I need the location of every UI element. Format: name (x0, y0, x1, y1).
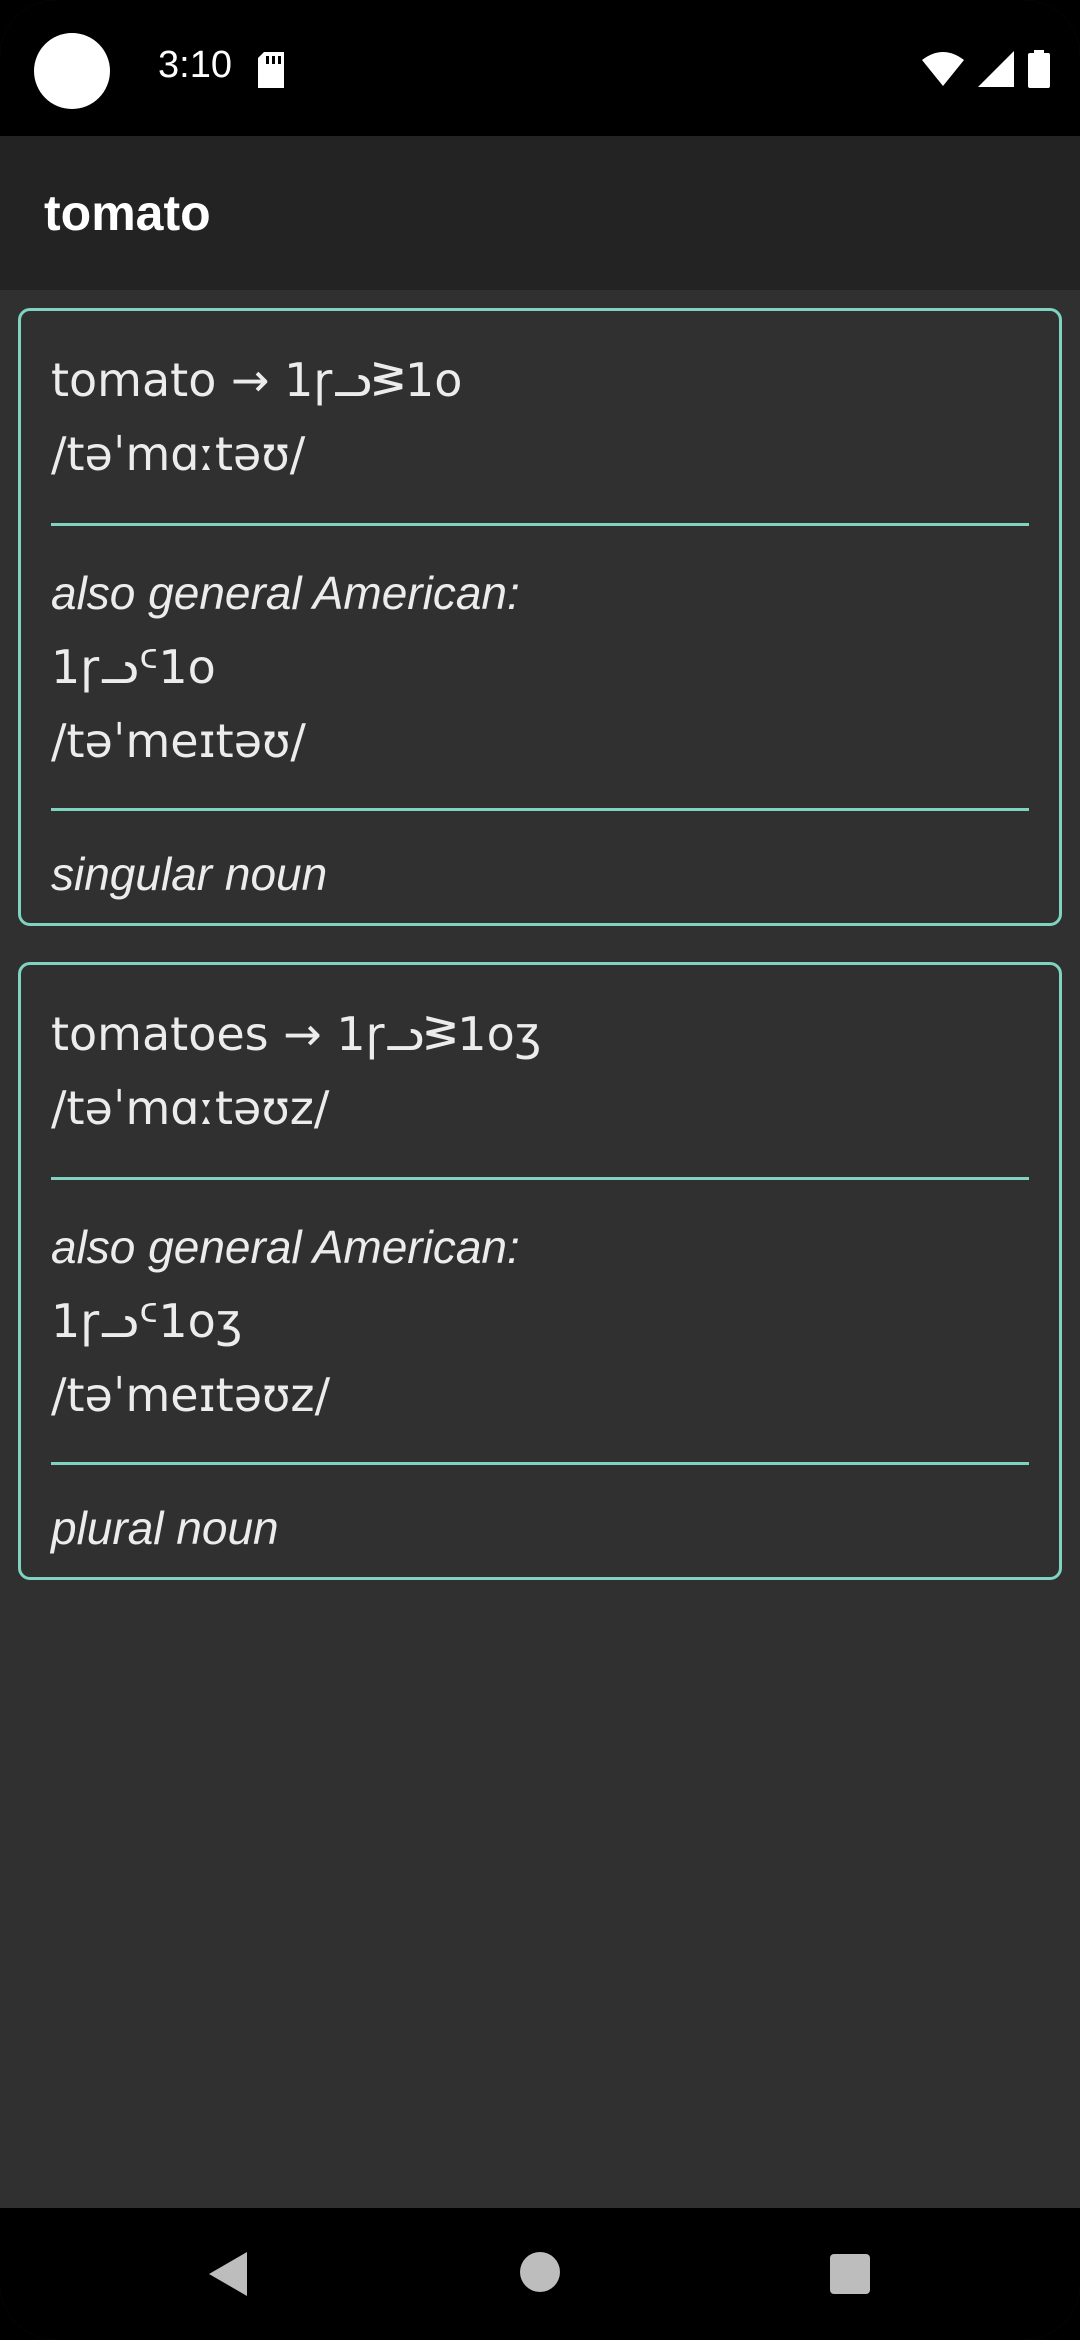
part-of-speech: singular noun (51, 848, 328, 900)
variant-ipa: /təˈmeɪtəʊ/ (51, 714, 306, 768)
entry-headword: tomato → 1ɼᓗᕒ1o (51, 353, 463, 407)
camera-cutout-icon (34, 33, 110, 109)
battery-icon (1028, 50, 1050, 88)
entry-card[interactable]: tomato → 1ɼᓗᕒ1o /təˈmɑːtəʊ/ also general… (18, 308, 1062, 926)
entry-main: tomato → 1ɼᓗᕒ1o /təˈmɑːtəʊ/ (51, 311, 1029, 523)
sd-card-icon (258, 52, 284, 88)
entry-ipa: /təˈmɑːtəʊ/ (51, 427, 306, 481)
entry-headword: tomatoes → 1ɼᓗᕒ1oʒ (51, 1007, 542, 1061)
entry-main: tomatoes → 1ɼᓗᕒ1oʒ /təˈmɑːtəʊz/ (51, 965, 1029, 1177)
entry-card[interactable]: tomatoes → 1ɼᓗᕒ1oʒ /təˈmɑːtəʊz/ also gen… (18, 962, 1062, 1580)
status-bar: 3:10 (0, 0, 1080, 136)
signal-icon (978, 51, 1014, 87)
part-of-speech: plural noun (51, 1502, 279, 1554)
entry-variant: also general American: 1ɼᓗᑦ1oʒ /təˈmeɪtə… (51, 1180, 1029, 1462)
status-time: 3:10 (158, 44, 232, 86)
navigation-bar (0, 2208, 1080, 2340)
wifi-icon (922, 52, 964, 86)
variant-spelling: 1ɼᓗᑦ1o (51, 640, 216, 694)
variant-ipa: /təˈmeɪtəʊz/ (51, 1368, 331, 1422)
recents-icon[interactable] (830, 2254, 870, 2294)
home-icon[interactable] (520, 2252, 560, 2292)
variant-spelling: 1ɼᓗᑦ1oʒ (51, 1294, 243, 1348)
variant-label: also general American: (51, 567, 520, 619)
app-bar: tomato (0, 136, 1080, 290)
back-icon[interactable] (205, 2250, 249, 2298)
entry-pos-section: singular noun (51, 811, 1029, 911)
status-icons (922, 50, 1050, 88)
variant-label: also general American: (51, 1221, 520, 1273)
entry-ipa: /təˈmɑːtəʊz/ (51, 1081, 330, 1135)
entry-pos-section: plural noun (51, 1465, 1029, 1565)
results-list: tomato → 1ɼᓗᕒ1o /təˈmɑːtəʊ/ also general… (0, 290, 1080, 2208)
entry-variant: also general American: 1ɼᓗᑦ1o /təˈmeɪtəʊ… (51, 526, 1029, 808)
page-title: tomato (44, 185, 211, 241)
screen: 3:10 tomato tomato → 1ɼᓗᕒ1o /təˈmɑːtəʊ/ … (0, 0, 1080, 2340)
